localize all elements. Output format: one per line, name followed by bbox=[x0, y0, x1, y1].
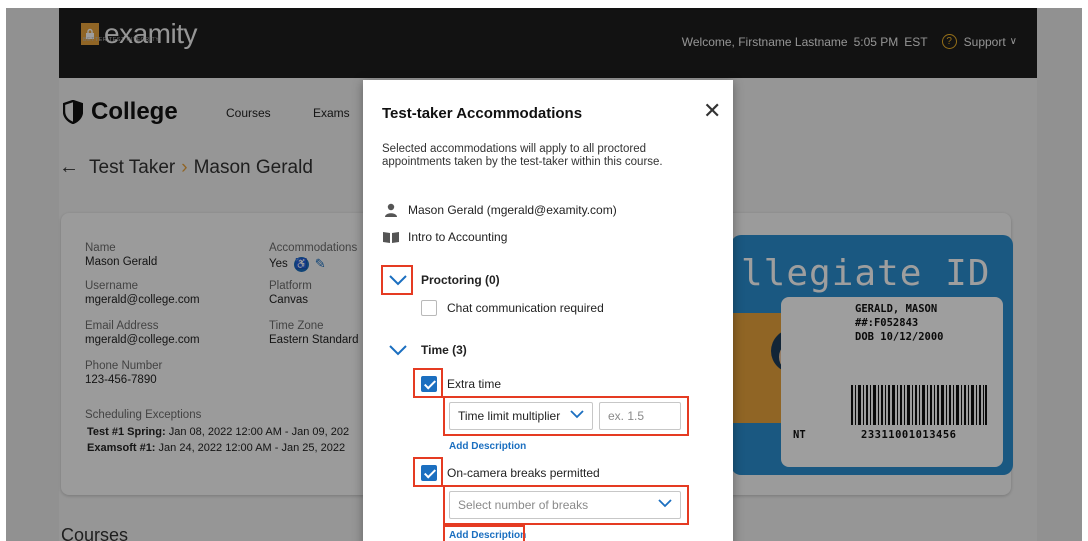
modal-title: Test-taker Accommodations bbox=[382, 105, 583, 122]
breaks-select-placeholder: Select number of breaks bbox=[458, 498, 589, 512]
multiplier-placeholder: ex. 1.5 bbox=[608, 409, 645, 423]
person-icon bbox=[382, 203, 400, 217]
chat-communication-checkbox[interactable] bbox=[421, 300, 437, 316]
time-section-toggle[interactable]: Time (3) bbox=[389, 343, 467, 357]
add-description-link[interactable]: Add Description bbox=[449, 530, 526, 541]
accommodations-modal: Test-taker Accommodations ✕ Selected acc… bbox=[363, 80, 733, 541]
screen: examity BETTER TEST INTEGRITY. Welcome, … bbox=[6, 8, 1082, 541]
chevron-down-icon bbox=[570, 410, 584, 422]
modal-description: Selected accommodations will apply to al… bbox=[382, 143, 663, 168]
close-icon[interactable]: ✕ bbox=[703, 100, 721, 122]
proctoring-section-toggle[interactable]: Proctoring (0) bbox=[389, 273, 500, 287]
modal-course-row: Intro to Accounting bbox=[382, 230, 507, 244]
multiplier-input[interactable]: ex. 1.5 bbox=[599, 402, 681, 430]
extra-time-checkbox[interactable] bbox=[421, 376, 437, 392]
breaks-select[interactable]: Select number of breaks bbox=[449, 491, 681, 519]
modal-course: Intro to Accounting bbox=[408, 230, 508, 244]
time-limit-select-value: Time limit multiplier bbox=[458, 409, 561, 423]
extra-time-label: Extra time bbox=[447, 377, 502, 391]
time-limit-select[interactable]: Time limit multiplier bbox=[449, 402, 593, 430]
modal-user-row: Mason Gerald (mgerald@examity.com) bbox=[382, 203, 617, 217]
breaks-checkbox[interactable] bbox=[421, 465, 437, 481]
proctoring-label: Proctoring (0) bbox=[421, 273, 500, 287]
add-description-link[interactable]: Add Description bbox=[449, 441, 526, 452]
chevron-down-icon bbox=[658, 499, 672, 511]
modal-user: Mason Gerald (mgerald@examity.com) bbox=[408, 203, 617, 217]
time-label: Time (3) bbox=[421, 343, 467, 357]
breaks-label: On-camera breaks permitted bbox=[447, 466, 600, 480]
book-icon bbox=[382, 231, 400, 243]
chat-communication-label: Chat communication required bbox=[447, 301, 604, 315]
chevron-down-icon bbox=[389, 275, 407, 286]
chevron-down-icon bbox=[389, 345, 407, 356]
